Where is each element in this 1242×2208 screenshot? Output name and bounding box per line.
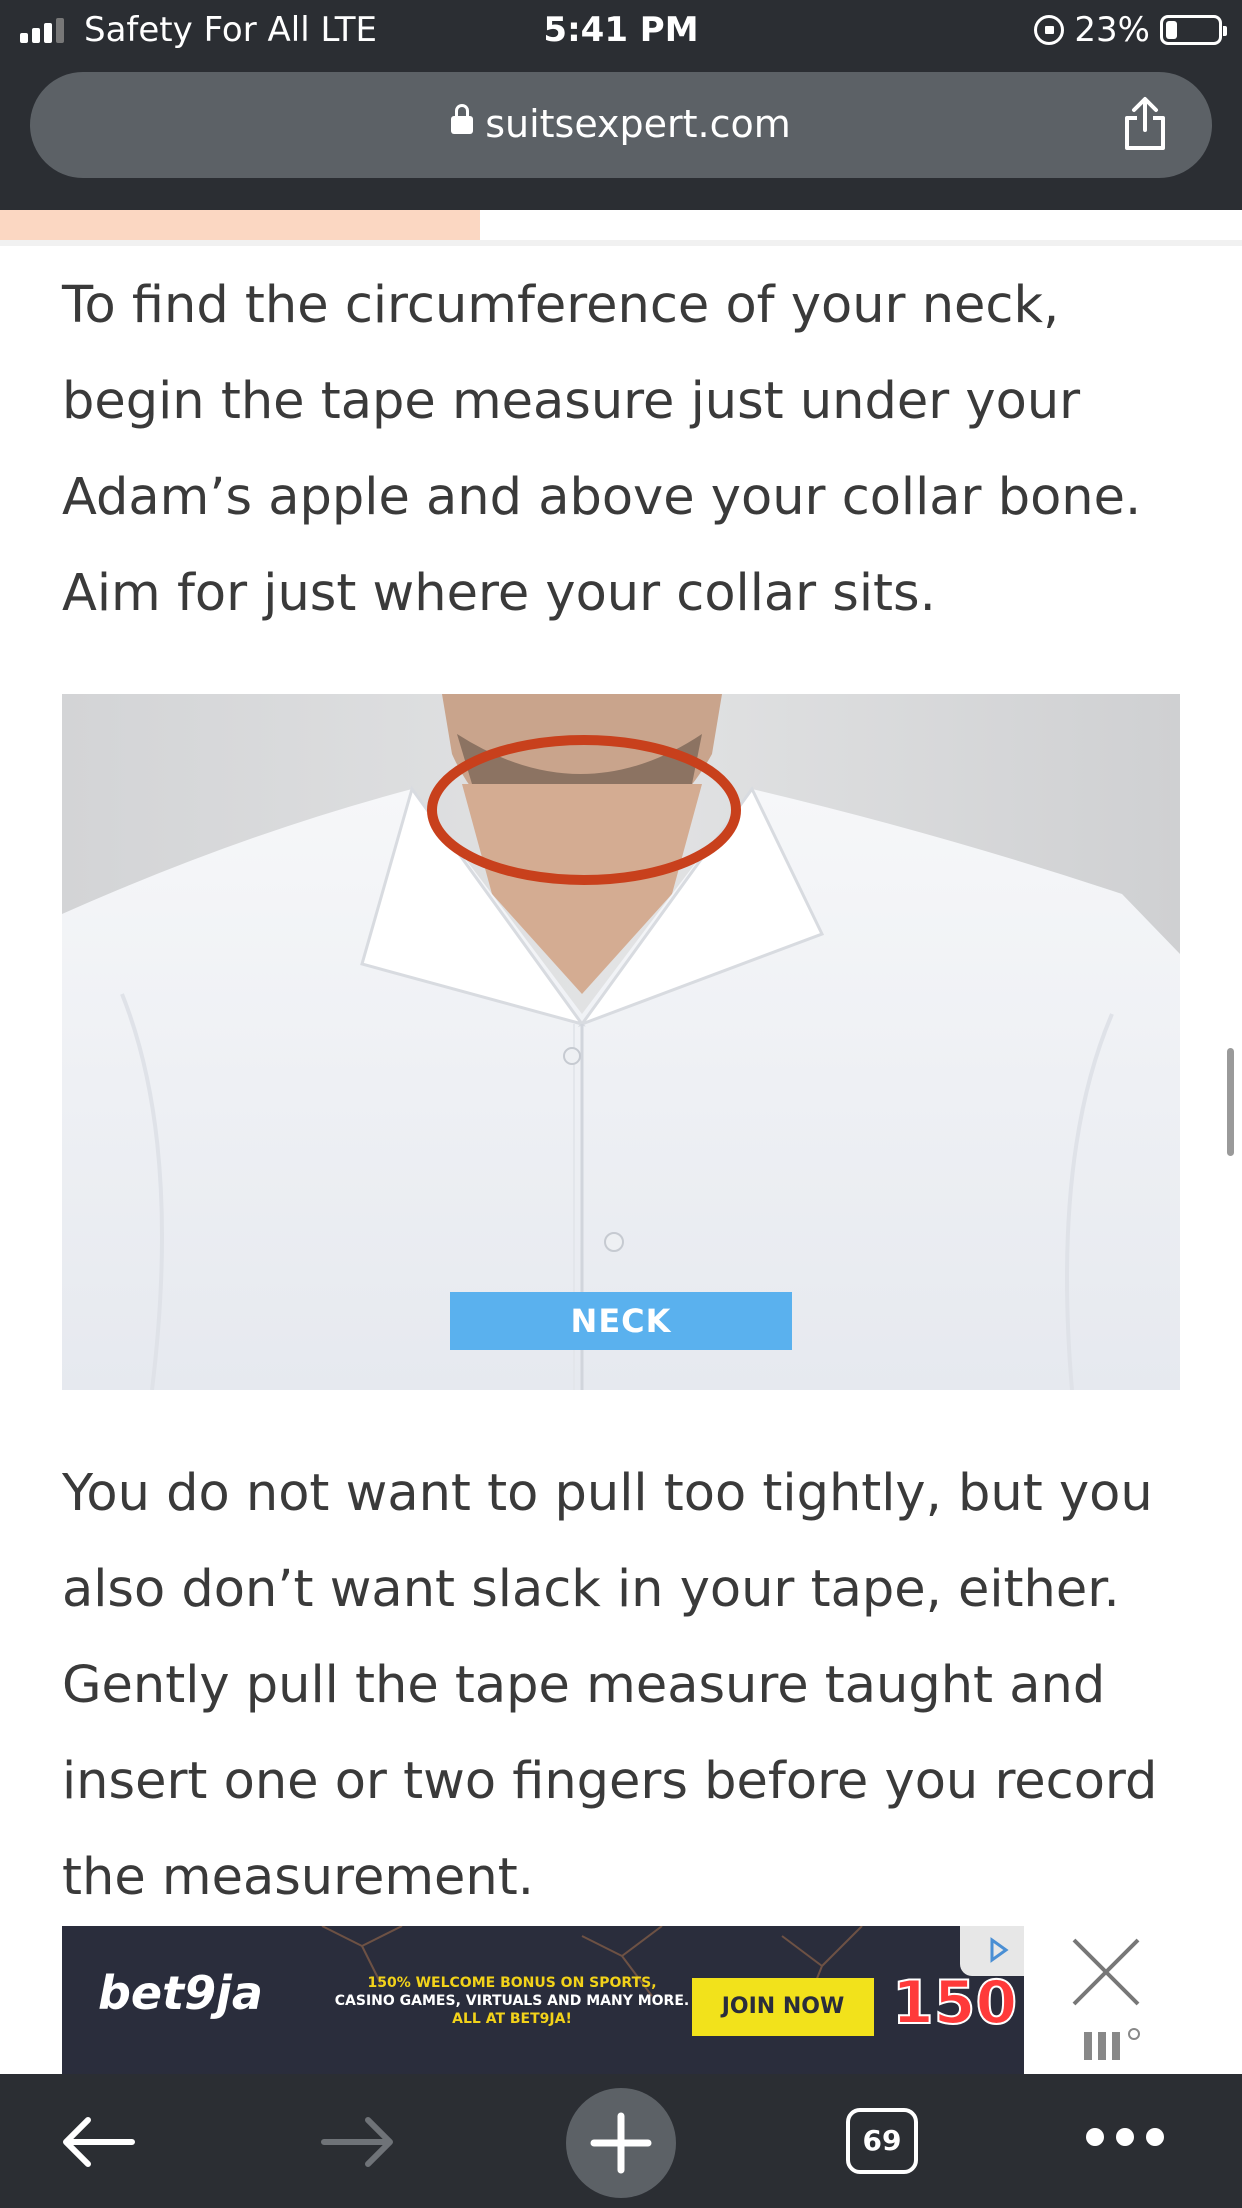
ad-logo: bet9ja: [98, 1966, 263, 2020]
paragraph-tape-tension: You do not want to pull too tightly, but…: [62, 1464, 1158, 1907]
paragraph-neck-instructions: To find the circumference of your neck, …: [62, 276, 1142, 623]
share-icon[interactable]: [1122, 96, 1168, 152]
ad-line-2: CASINO GAMES, VIRTUALS AND MANY MORE.: [334, 1993, 690, 2009]
ad-line-3: ALL AT BET9JA!: [452, 2011, 572, 2027]
more-menu-icon[interactable]: [1086, 2128, 1164, 2146]
new-tab-button[interactable]: [566, 2088, 676, 2198]
ad-line-1: 150% WELCOME BONUS ON SPORTS,: [367, 1975, 657, 1991]
adchoices-icon[interactable]: [960, 1926, 1024, 1976]
section-heading-clipped: [0, 210, 1242, 240]
status-bar: Safety For All LTE 5:41 PM 23%: [0, 0, 1242, 64]
ad-bonus-amount: 150!: [891, 1967, 1024, 2039]
lock-icon: [451, 103, 474, 134]
browser-bottom-toolbar: 69: [0, 2074, 1242, 2208]
tabs-button[interactable]: 69: [846, 2108, 918, 2174]
url-text: suitsexpert.com: [485, 102, 791, 146]
heading-highlight: [0, 210, 480, 240]
orientation-lock-icon: [1034, 15, 1065, 45]
scrollbar[interactable]: [1227, 1048, 1234, 1156]
advertisement-banner[interactable]: bet9ja 150% WELCOME BONUS ON SPORTS, CAS…: [62, 1926, 1024, 2074]
divider: [0, 240, 1242, 246]
neck-measurement-image: NECK: [62, 694, 1180, 1390]
shirt-illustration: [62, 694, 1180, 1390]
url-display[interactable]: suitsexpert.com: [30, 102, 1212, 146]
battery-status: 23%: [1034, 10, 1227, 50]
ad-network-logo-icon: [1084, 2028, 1140, 2060]
ad-copy: 150% WELCOME BONUS ON SPORTS, CASINO GAM…: [302, 1974, 722, 2028]
plus-icon: [590, 2112, 652, 2174]
back-arrow-icon[interactable]: [58, 2114, 138, 2170]
ad-close-icon[interactable]: [1066, 1932, 1146, 2012]
forward-arrow-icon[interactable]: [318, 2114, 398, 2170]
browser-top-bar: Safety For All LTE 5:41 PM 23% suitsexpe…: [0, 0, 1242, 210]
battery-percent: 23%: [1074, 10, 1150, 50]
ad-join-now-button[interactable]: JOIN NOW: [692, 1978, 874, 2036]
neck-label: NECK: [450, 1292, 792, 1350]
battery-icon: [1160, 15, 1227, 45]
address-bar[interactable]: suitsexpert.com: [30, 72, 1212, 178]
